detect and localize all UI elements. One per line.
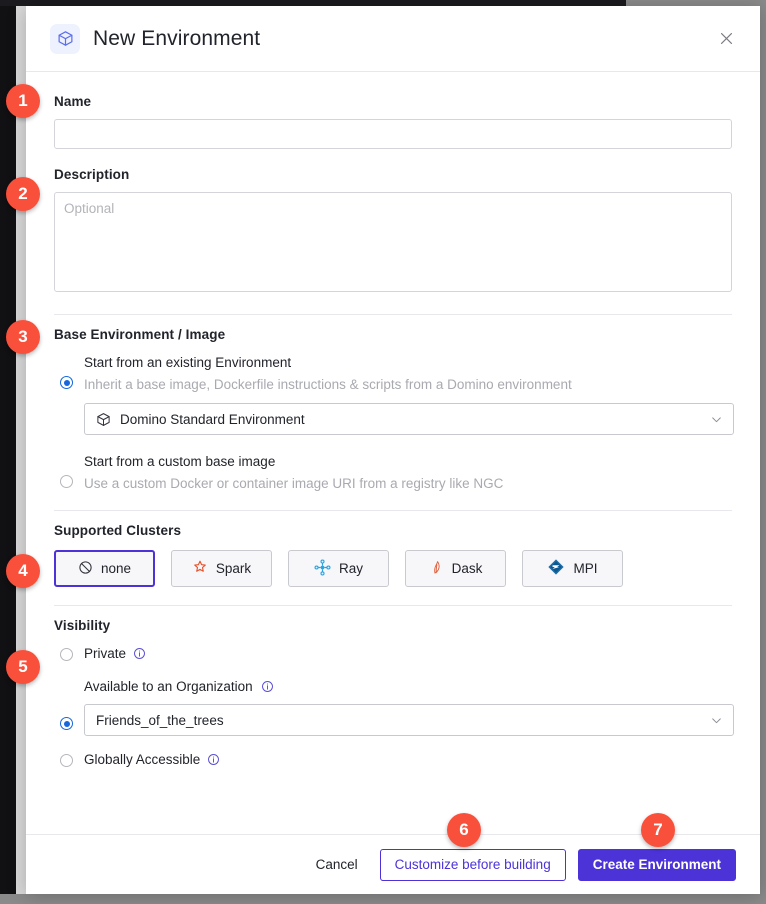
base-env-existing-subtitle: Inherit a base image, Dockerfile instruc… — [84, 377, 572, 392]
background-right-edge — [760, 0, 766, 904]
visibility-private-label: Private — [84, 646, 127, 661]
cluster-label-spark: Spark — [215, 561, 252, 576]
base-environment-select[interactable]: Domino Standard Environment — [84, 403, 734, 435]
base-env-option-existing[interactable]: Start from an existing Environment Inher… — [54, 354, 734, 435]
cluster-button-row: none Spark Ray Dask MPI — [54, 550, 732, 587]
dialog-body: Name Description Base Environment / Imag… — [26, 72, 760, 834]
cube-icon — [50, 23, 80, 54]
name-input[interactable] — [54, 119, 732, 149]
visibility-organization-header: Available to an Organization — [84, 679, 732, 694]
annotation-badge-3: 3 — [6, 320, 40, 354]
base-environment-select-value: Domino Standard Environment — [120, 411, 305, 427]
description-label: Description — [54, 167, 130, 182]
background-bottom-edge — [0, 894, 766, 904]
description-field-group: Description — [54, 167, 732, 297]
annotation-badge-7: 7 — [641, 813, 675, 847]
annotation-badge-1: 1 — [6, 84, 40, 118]
radio-custom-base-image[interactable] — [60, 475, 73, 488]
info-icon[interactable] — [261, 680, 274, 693]
visibility-label: Visibility — [54, 618, 111, 633]
dialog-header: New Environment — [26, 6, 760, 72]
background-dark-edge — [0, 0, 16, 904]
cluster-button-none[interactable]: none — [54, 550, 155, 587]
mpi-diamond-icon — [547, 558, 565, 579]
page-scrollbar-track[interactable] — [16, 6, 42, 900]
visibility-global-label: Globally Accessible — [84, 752, 201, 767]
chevron-down-icon — [710, 714, 723, 727]
cluster-label-none: none — [100, 561, 132, 576]
cluster-label-mpi: MPI — [573, 561, 598, 576]
dask-leaf-icon — [429, 559, 444, 579]
organization-select[interactable]: Friends_of_the_trees — [84, 704, 734, 736]
radio-existing-environment[interactable] — [60, 376, 73, 389]
organization-select-value: Friends_of_the_trees — [96, 712, 224, 728]
page-title: New Environment — [93, 26, 261, 50]
chevron-down-icon — [710, 413, 723, 426]
section-divider — [54, 605, 732, 606]
section-divider — [54, 314, 732, 315]
visibility-organization-label: Available to an Organization — [84, 679, 253, 694]
cancel-button[interactable]: Cancel — [302, 849, 372, 880]
cluster-button-mpi[interactable]: MPI — [522, 550, 623, 587]
cluster-label-dask: Dask — [451, 561, 483, 576]
spark-star-icon — [192, 559, 208, 578]
cluster-button-dask[interactable]: Dask — [405, 550, 506, 587]
base-env-existing-title: Start from an existing Environment — [84, 355, 292, 370]
base-env-option-custom[interactable]: Start from a custom base image Use a cus… — [54, 453, 732, 492]
annotation-badge-5: 5 — [6, 650, 40, 684]
cluster-button-spark[interactable]: Spark — [171, 550, 272, 587]
info-icon[interactable] — [207, 753, 220, 766]
cube-icon — [96, 412, 111, 427]
annotation-badge-6: 6 — [447, 813, 481, 847]
radio-private[interactable] — [60, 648, 73, 661]
new-environment-dialog: New Environment Name Description Base En… — [26, 6, 760, 894]
description-textarea[interactable] — [54, 192, 732, 292]
annotation-badge-4: 4 — [6, 554, 40, 588]
cluster-button-ray[interactable]: Ray — [288, 550, 389, 587]
no-entry-icon — [78, 560, 93, 578]
radio-globally-accessible[interactable] — [60, 754, 73, 767]
base-environment-label: Base Environment / Image — [54, 327, 226, 342]
section-divider — [54, 510, 732, 511]
visibility-option-private[interactable]: Private — [54, 646, 732, 661]
create-environment-button[interactable]: Create Environment — [577, 848, 736, 881]
close-icon[interactable] — [714, 27, 738, 51]
radio-organization[interactable] — [60, 717, 73, 730]
annotation-badge-2: 2 — [6, 177, 40, 211]
customize-before-building-button[interactable]: Customize before building — [379, 848, 566, 881]
cluster-label-ray: Ray — [338, 561, 363, 576]
info-icon[interactable] — [133, 647, 146, 660]
name-label: Name — [54, 94, 92, 109]
ray-nodes-icon — [314, 558, 331, 579]
supported-clusters-label: Supported Clusters — [54, 523, 182, 538]
visibility-group: Visibility Private Available to an Organ… — [54, 618, 734, 767]
supported-clusters-group: Supported Clusters none Spark Ray Dask M… — [54, 523, 732, 587]
visibility-option-organization[interactable]: Available to an Organization Friends_of_… — [54, 679, 734, 736]
base-env-custom-title: Start from a custom base image — [84, 454, 276, 469]
visibility-option-global[interactable]: Globally Accessible — [54, 752, 732, 767]
base-env-custom-subtitle: Use a custom Docker or container image U… — [84, 476, 504, 491]
name-field-group: Name — [54, 72, 732, 149]
base-environment-group: Base Environment / Image Start from an e… — [54, 327, 734, 492]
